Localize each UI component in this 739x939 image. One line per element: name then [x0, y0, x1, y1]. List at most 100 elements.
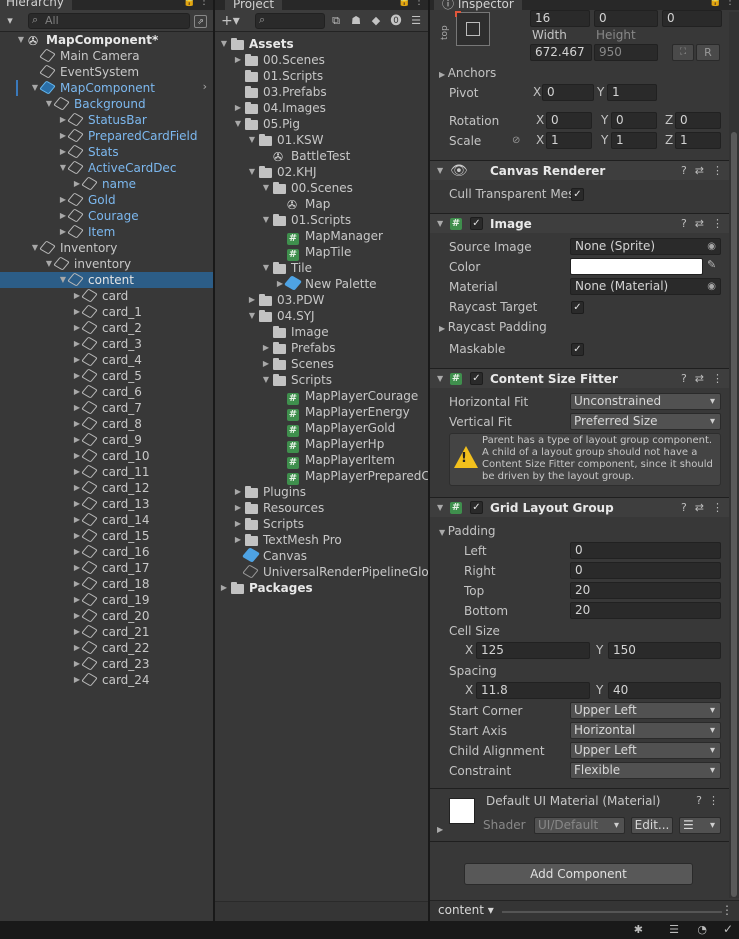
hierarchy-item[interactable]: ▶ card_15: [0, 528, 213, 544]
blueprint-mode-icon[interactable]: ⛶: [672, 44, 694, 61]
create-dropdown-icon[interactable]: ▾: [2, 13, 18, 29]
chevron-down-icon[interactable]: ▼: [247, 132, 257, 148]
hierarchy-item[interactable]: ▼ inventory: [0, 256, 213, 272]
hierarchy-item[interactable]: ▶ card_20: [0, 608, 213, 624]
hierarchy-item[interactable]: ▶ card_7: [0, 400, 213, 416]
project-item[interactable]: 03.Prefabs: [215, 84, 428, 100]
rotation-x-field[interactable]: 0: [546, 112, 592, 129]
hierarchy-item[interactable]: ▶ Stats: [0, 144, 213, 160]
chevron-down-icon[interactable]: ▼: [16, 32, 26, 48]
hierarchy-item[interactable]: ▶ card_14: [0, 512, 213, 528]
pos-z-field[interactable]: 0: [662, 10, 722, 27]
hierarchy-item[interactable]: ▶ card_5: [0, 368, 213, 384]
spacing-y-field[interactable]: 40: [608, 682, 721, 699]
hierarchy-item[interactable]: ▶ card_19: [0, 592, 213, 608]
shader-edit-button[interactable]: Edit...: [631, 817, 673, 834]
footer-menu-icon[interactable]: ⋮: [721, 903, 733, 917]
project-item[interactable]: UniversalRenderPipelineGlob: [215, 564, 428, 580]
hierarchy-menu-icon[interactable]: 🔒 ⋮: [183, 0, 209, 7]
canvas-renderer-header[interactable]: ▼ 👁 Canvas Renderer ?⇄⋮: [430, 160, 739, 180]
hierarchy-item[interactable]: ▼ Inventory: [0, 240, 213, 256]
chevron-right-icon[interactable]: ▶: [437, 825, 443, 834]
chevron-down-icon[interactable]: ▼: [261, 180, 271, 196]
hierarchy-item[interactable]: ▶ card_3: [0, 336, 213, 352]
add-asset-icon[interactable]: +▾: [221, 13, 240, 29]
anchors-foldout[interactable]: ▶ Anchors: [439, 64, 496, 82]
hierarchy-item[interactable]: ▶ PreparedCardField: [0, 128, 213, 144]
image-header[interactable]: ▼ # ✓ Image ?⇄⋮: [430, 213, 739, 233]
hierarchy-item[interactable]: ▶ card: [0, 288, 213, 304]
hierarchy-item[interactable]: ▶ card_6: [0, 384, 213, 400]
project-item[interactable]: ▼ 01.Scripts: [215, 212, 428, 228]
project-item[interactable]: # MapPlayerGold: [215, 420, 428, 437]
project-item[interactable]: ✇ Map: [215, 196, 428, 212]
hierarchy-item[interactable]: ▶ Gold: [0, 192, 213, 208]
chevron-right-icon[interactable]: ▶: [233, 100, 243, 116]
cell-size-y-field[interactable]: 150: [608, 642, 721, 659]
filter-icon[interactable]: ☗: [348, 13, 364, 29]
hierarchy-item[interactable]: Main Camera: [0, 48, 213, 64]
hierarchy-item[interactable]: ▶ card_12: [0, 480, 213, 496]
project-item[interactable]: ▶ 03.PDW: [215, 292, 428, 308]
chevron-down-icon[interactable]: ▼: [261, 212, 271, 228]
link-icon[interactable]: ⊘: [512, 132, 520, 149]
project-item[interactable]: Canvas: [215, 547, 428, 564]
scene-visibility-icon[interactable]: ⇗: [194, 15, 207, 28]
chevron-right-icon[interactable]: ▶: [233, 532, 243, 548]
hierarchy-item[interactable]: ▶ Courage: [0, 208, 213, 224]
image-enabled-checkbox[interactable]: ✓: [470, 217, 483, 230]
hierarchy-item[interactable]: ▼ ActiveCardDec: [0, 160, 213, 176]
hierarchy-item[interactable]: ▶ card_18: [0, 576, 213, 592]
scale-y-field[interactable]: 1: [611, 132, 657, 149]
chevron-right-icon[interactable]: ›: [203, 80, 207, 93]
cell-size-x-field[interactable]: 125: [476, 642, 590, 659]
project-item[interactable]: ▶ Scenes: [215, 356, 428, 372]
hierarchy-item[interactable]: ▶ card_10: [0, 448, 213, 464]
pivot-y-field[interactable]: 1: [607, 84, 657, 101]
hierarchy-item[interactable]: ▶ card_9: [0, 432, 213, 448]
hierarchy-item[interactable]: ▼ Background: [0, 96, 213, 112]
eyedropper-icon[interactable]: ✎: [707, 258, 716, 271]
cull-transparent-checkbox[interactable]: ✓: [571, 188, 584, 201]
hierarchy-item[interactable]: ▼ ✇ MapComponent*: [0, 32, 213, 48]
hierarchy-item[interactable]: ▼ content: [0, 272, 213, 288]
hierarchy-item[interactable]: EventSystem: [0, 64, 213, 80]
height-field[interactable]: 950: [594, 44, 658, 61]
hierarchy-item[interactable]: ▼ MapComponent: [0, 80, 213, 96]
rotation-z-field[interactable]: 0: [675, 112, 721, 129]
vertical-fit-dropdown[interactable]: Preferred Size: [570, 413, 721, 430]
project-item[interactable]: # MapManager: [215, 228, 428, 245]
project-item[interactable]: Image: [215, 324, 428, 340]
component-menu-icons[interactable]: ?⇄⋮: [681, 498, 731, 518]
search-by-type-icon[interactable]: ⧉: [328, 13, 344, 29]
footer-resize-handle[interactable]: [502, 911, 722, 913]
project-item[interactable]: # MapPlayerEnergy: [215, 404, 428, 421]
chevron-right-icon[interactable]: ▶: [219, 580, 229, 596]
scale-z-field[interactable]: 1: [675, 132, 721, 149]
csf-enabled-checkbox[interactable]: ✓: [470, 372, 483, 385]
hierarchy-search-input[interactable]: All: [28, 13, 190, 29]
padding-top-field[interactable]: 20: [570, 582, 721, 599]
hierarchy-item[interactable]: ▶ Item: [0, 224, 213, 240]
raycast-padding-foldout[interactable]: ▶ Raycast Padding: [439, 318, 547, 336]
raycast-target-checkbox[interactable]: ✓: [571, 301, 584, 314]
hidden-packages-icon[interactable]: ☰: [408, 13, 424, 29]
project-item[interactable]: ▶ Plugins: [215, 484, 428, 500]
label-icon[interactable]: ◆: [368, 13, 384, 29]
start-corner-dropdown[interactable]: Upper Left: [570, 702, 721, 719]
project-item[interactable]: ▼ 02.KHJ: [215, 164, 428, 180]
tab-hierarchy[interactable]: Hierarchy: [0, 0, 73, 10]
component-menu-icons[interactable]: ?⇄⋮: [681, 214, 731, 234]
horizontal-fit-dropdown[interactable]: Unconstrained: [570, 393, 721, 410]
content-size-fitter-header[interactable]: ▼ # ✓ Content Size Fitter ?⇄⋮: [430, 368, 739, 388]
footer-object-dropdown[interactable]: content ▾: [438, 903, 494, 917]
project-item[interactable]: # MapTile: [215, 244, 428, 261]
chevron-down-icon[interactable]: ▼: [247, 308, 257, 324]
project-item[interactable]: # MapPlayerItem: [215, 452, 428, 469]
hierarchy-item[interactable]: ▶ card_23: [0, 656, 213, 672]
width-field[interactable]: 672.467: [530, 44, 592, 61]
chevron-right-icon[interactable]: ▶: [233, 500, 243, 516]
project-item[interactable]: ▶ Scripts: [215, 516, 428, 532]
scale-x-field[interactable]: 1: [546, 132, 592, 149]
hierarchy-item[interactable]: ▶ card_21: [0, 624, 213, 640]
